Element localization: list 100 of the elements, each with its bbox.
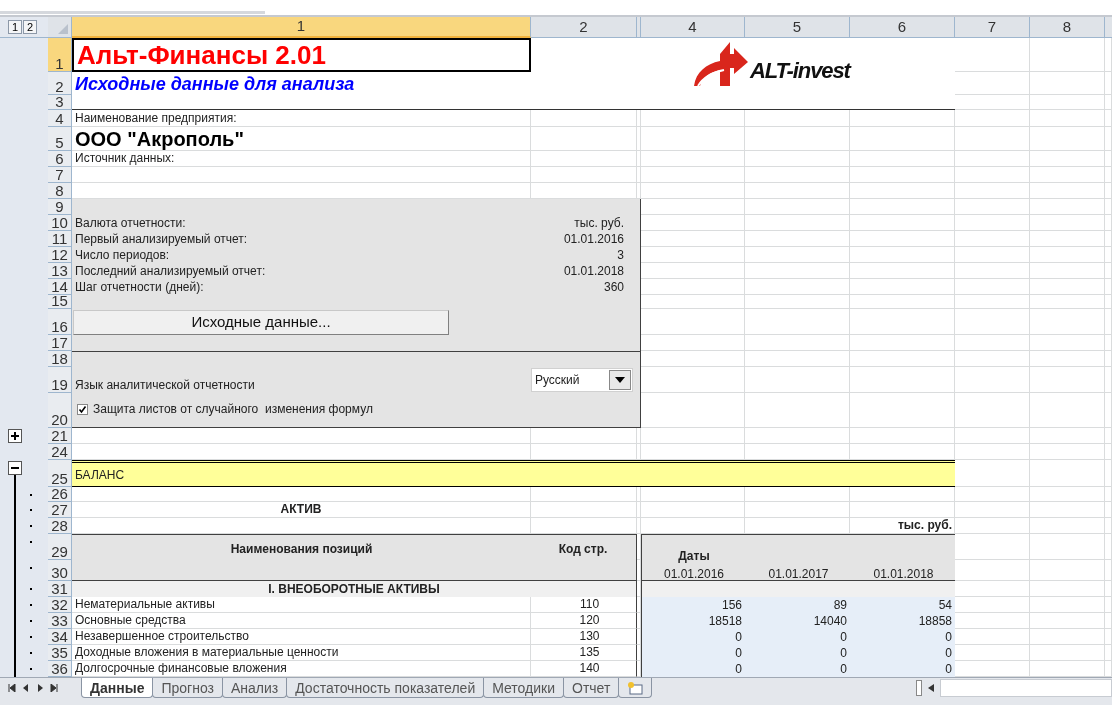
row-header[interactable]: 19 (48, 367, 72, 393)
language-dropdown[interactable]: Русский (531, 368, 633, 392)
subtitle-text: Исходные данные для анализа (74, 73, 356, 95)
column-header[interactable]: 6 (850, 17, 955, 38)
column-header[interactable]: 7 (955, 17, 1030, 38)
row-header[interactable]: 5 (48, 127, 72, 151)
date-text: 01.01.2018 (873, 566, 934, 583)
row-header[interactable]: 9 (48, 199, 72, 215)
row-header[interactable]: 25 (48, 460, 72, 487)
next-sheet-icon[interactable] (36, 684, 44, 692)
value-text: тыс. руб. (574, 216, 624, 231)
collapse-button[interactable] (8, 461, 22, 475)
outline-level-button[interactable]: 2 (23, 20, 37, 34)
new-sheet-button[interactable] (618, 678, 653, 698)
value-text: 3 (617, 248, 624, 263)
table-cell: 18858 (850, 613, 955, 629)
column-header[interactable]: 8 (1030, 17, 1105, 38)
label-text: Число периодов: (75, 248, 170, 263)
row-header[interactable]: 3 (48, 95, 72, 110)
date-text: 01.01.2017 (768, 566, 829, 583)
new-sheet-icon (627, 680, 644, 695)
table-cell: Незавершенное строительство (72, 629, 531, 645)
row-header[interactable]: 24 (48, 444, 72, 460)
table-cell: 0 (641, 661, 745, 677)
row-header[interactable]: 11 (48, 231, 72, 247)
expand-button[interactable] (8, 429, 22, 443)
column-header[interactable]: 4 (641, 17, 745, 38)
plus-icon (10, 431, 20, 441)
table-cell: 89 (745, 597, 850, 613)
row-header[interactable]: 21 (48, 428, 72, 444)
label-text: Шаг отчетности (дней): (75, 280, 204, 295)
row-header[interactable]: 20 (48, 393, 72, 428)
checkbox[interactable] (77, 404, 88, 415)
row-header[interactable]: 15 (48, 295, 72, 309)
table-cell: Долгосрочные финансовые вложения (72, 661, 531, 677)
row-header[interactable]: 1 (48, 38, 72, 72)
label-text: Язык аналитической отчетности (75, 378, 255, 393)
table-cell: 110 (531, 597, 637, 613)
table-cell: 0 (850, 629, 955, 645)
row-header[interactable]: 34 (48, 629, 72, 645)
row-header[interactable]: 4 (48, 110, 72, 127)
row-header[interactable]: 2 (48, 72, 72, 95)
row-header[interactable]: 27 (48, 502, 72, 518)
row-header[interactable]: 35 (48, 645, 72, 661)
title-cell[interactable]: Альт-Финансы 2.01 (72, 38, 531, 72)
table-cell: 0 (850, 661, 955, 677)
row-header[interactable]: 28 (48, 518, 72, 534)
value-text: 360 (603, 280, 624, 295)
row-header[interactable]: 17 (48, 335, 72, 351)
row-header[interactable]: 7 (48, 167, 72, 183)
row-header[interactable]: 32 (48, 597, 72, 613)
table-cell: 0 (745, 645, 850, 661)
column-header[interactable]: 2 (531, 17, 637, 38)
table-cell: 135 (531, 645, 637, 661)
label-text: Валюта отчетности: (75, 216, 186, 231)
row-header[interactable]: 18 (48, 351, 72, 367)
row-header[interactable]: 30 (48, 560, 72, 581)
table-cell: 130 (531, 629, 637, 645)
table-cell: 18518 (641, 613, 745, 629)
sheet-tab[interactable]: Данные (81, 678, 154, 698)
label-text: Последний анализируемый отчет: (75, 264, 266, 279)
dropdown-arrow-icon (615, 377, 625, 383)
table-cell: 0 (745, 629, 850, 645)
section-title: БАЛАНС (72, 460, 955, 487)
company-name: ООО "Акрополь" (72, 127, 531, 151)
row-header[interactable]: 31 (48, 581, 72, 597)
label-text: Источник данных: (72, 151, 531, 167)
last-sheet-icon[interactable] (50, 684, 58, 692)
label-text: Наименование предприятия: (72, 110, 531, 127)
first-sheet-icon[interactable] (8, 684, 16, 692)
table-cell: 14040 (745, 613, 850, 629)
table-cell: 0 (850, 645, 955, 661)
table-cell: Доходные вложения в материальные ценности (72, 645, 531, 661)
left-arrow-icon (928, 684, 934, 692)
row-header[interactable]: 10 (48, 215, 72, 231)
row-header[interactable]: 14 (48, 279, 72, 295)
date-text: 01.01.2016 (663, 566, 725, 583)
column-header[interactable]: 1 (72, 17, 531, 38)
horizontal-scrollbar[interactable] (940, 679, 1112, 697)
source-data-button[interactable]: Исходные данные... (73, 310, 449, 335)
row-header[interactable]: 13 (48, 263, 72, 279)
row-header[interactable]: 33 (48, 613, 72, 629)
row-header[interactable]: 8 (48, 183, 72, 199)
value-text: 01.01.2016 (563, 232, 624, 247)
row-header[interactable]: 26 (48, 487, 72, 502)
logo-text: ALT-invest (750, 58, 850, 85)
table-cell: 0 (745, 661, 850, 677)
row-header[interactable]: 12 (48, 247, 72, 263)
split-handle[interactable] (916, 680, 922, 696)
table-cell: 120 (531, 613, 637, 629)
column-header[interactable]: 5 (745, 17, 850, 38)
outline-level-button[interactable]: 1 (8, 20, 22, 34)
table-cell: 156 (641, 597, 745, 613)
row-header[interactable]: 29 (48, 534, 72, 560)
row-header[interactable]: 36 (48, 661, 72, 677)
table-cell: 54 (850, 597, 955, 613)
table-cell: 0 (641, 645, 745, 661)
row-header[interactable]: 6 (48, 151, 72, 167)
row-header[interactable]: 16 (48, 309, 72, 335)
previous-sheet-icon[interactable] (22, 684, 30, 692)
